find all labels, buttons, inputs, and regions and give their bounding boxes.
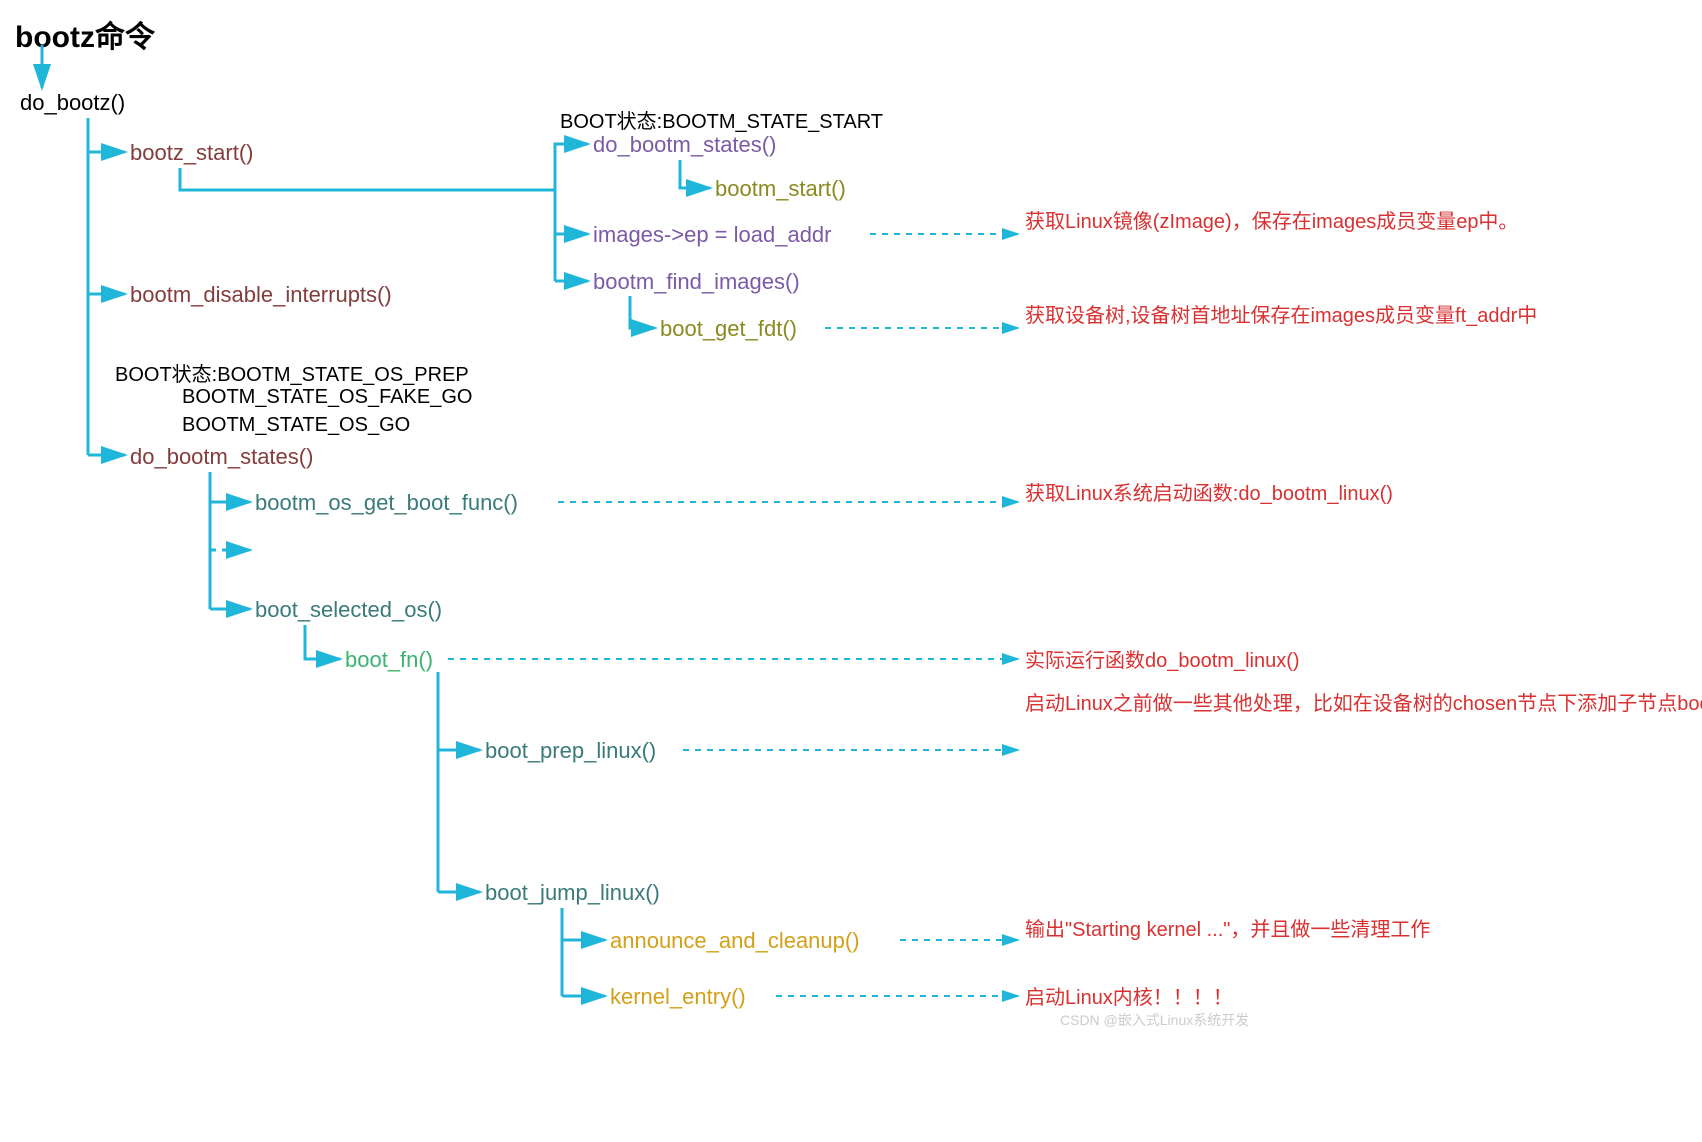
node-boot-selected-os: boot_selected_os(): [255, 597, 442, 623]
label-state-os-prep: BOOT状态:BOOTM_STATE_OS_PREP: [115, 358, 469, 387]
node-do-bootz: do_bootz(): [20, 90, 125, 116]
node-announce-and-cleanup: announce_and_cleanup(): [610, 928, 860, 954]
node-boot-prep-linux: boot_prep_linux(): [485, 738, 656, 764]
annotation-4: 实际运行函数do_bootm_linux(): [1025, 647, 1365, 675]
annotation-2: 获取设备树,设备树首地址保存在images成员变量ft_addr中: [1025, 302, 1335, 330]
connectors: [0, 0, 1702, 1142]
annotation-5: 启动Linux之前做一些其他处理，比如在设备树的chosen节点下添加子节点bo…: [1025, 690, 1325, 718]
annotation-7: 启动Linux内核！！！！: [1025, 984, 1325, 1012]
node-bootm-start: bootm_start(): [715, 176, 846, 202]
node-bootz-start: bootz_start(): [130, 140, 254, 166]
node-do-bootm-states-2: do_bootm_states(): [130, 444, 313, 470]
node-bootm-find-images: bootm_find_images(): [593, 269, 800, 295]
label-state-start: BOOT状态:BOOTM_STATE_START: [560, 105, 883, 134]
diagram-title: bootz命令: [15, 12, 155, 56]
node-bootm-disable-interrupts: bootm_disable_interrupts(): [130, 282, 392, 308]
annotation-6: 输出"Starting kernel ..."，并且做一些清理工作: [1025, 916, 1325, 944]
label-state-os-go: BOOTM_STATE_OS_GO: [182, 414, 410, 437]
label-state-os-fake-go: BOOTM_STATE_OS_FAKE_GO: [182, 386, 472, 409]
node-boot-jump-linux: boot_jump_linux(): [485, 880, 660, 906]
node-boot-fn: boot_fn(): [345, 647, 433, 673]
annotation-1: 获取Linux镜像(zImage)，保存在images成员变量ep中。: [1025, 208, 1325, 236]
node-do-bootm-states-1: do_bootm_states(): [593, 132, 776, 158]
watermark: CSDN @嵌入式Linux系统开发: [1060, 1010, 1249, 1030]
node-images-ep: images->ep = load_addr: [593, 222, 832, 248]
node-bootm-os-get-boot-func: bootm_os_get_boot_func(): [255, 490, 518, 516]
node-boot-get-fdt: boot_get_fdt(): [660, 316, 797, 342]
node-kernel-entry: kernel_entry(): [610, 984, 746, 1010]
annotation-3: 获取Linux系统启动函数:do_bootm_linux(): [1025, 480, 1325, 508]
